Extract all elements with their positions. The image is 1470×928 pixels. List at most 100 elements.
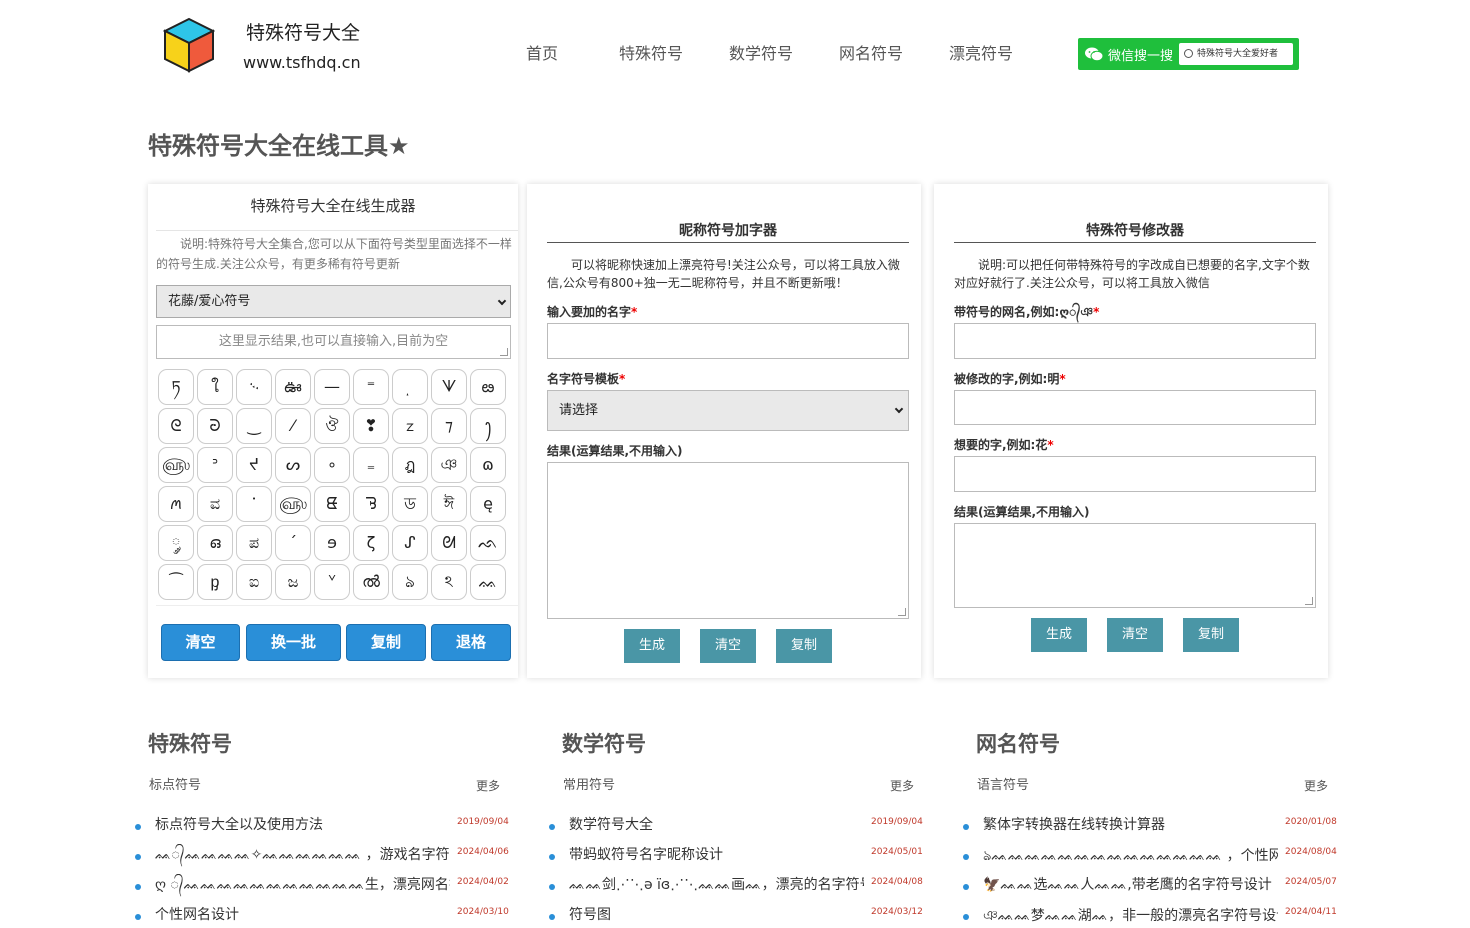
symbol-cell[interactable]: ⁊	[431, 408, 467, 444]
symbol-cell[interactable]: ᱸ	[236, 486, 272, 522]
symbol-cell[interactable]: ζ	[353, 525, 389, 561]
generate-button[interactable]: 生成	[1031, 618, 1087, 652]
section-subtitle[interactable]: 语言符号	[977, 774, 1029, 793]
symbol-cell[interactable]: ฎ	[392, 447, 428, 483]
symbol-cell[interactable]: 𝅾	[392, 369, 428, 405]
symbol-cell[interactable]: ᔕ	[275, 447, 311, 483]
list-item[interactable]: 带蚂蚁符号名字昵称设计	[569, 844, 864, 864]
symbol-cell[interactable]: ঈ	[431, 486, 467, 522]
symbol-cell[interactable]: ᘛ	[431, 525, 467, 561]
symbol-cell[interactable]: ɷ	[470, 447, 506, 483]
nav-math-symbols[interactable]: 数学符号	[729, 40, 793, 64]
modifier-result-textarea[interactable]	[954, 523, 1316, 608]
symbol-cell[interactable]: ᗐ	[431, 369, 467, 405]
symbol-cell[interactable]: ಪ	[236, 525, 272, 561]
section-title[interactable]: 数学符号	[562, 728, 646, 758]
symbol-cell[interactable]: ⁀	[158, 564, 194, 600]
copy-button[interactable]: 复制	[346, 624, 426, 661]
symbol-cell[interactable]: ᤁ	[392, 408, 428, 444]
list-item[interactable]: ঌᨐᨐᨐᨐᨐᨐᨐᨐᨐᨐᨐᨐᨐᨐ ，个性网名符号设计	[983, 844, 1278, 868]
section-subtitle[interactable]: 常用符号	[563, 774, 615, 793]
backspace-button[interactable]: 退格	[431, 624, 511, 661]
list-item[interactable]: 符号图	[569, 904, 864, 924]
clear-button[interactable]: 清空	[161, 624, 240, 661]
resize-handle-icon[interactable]	[500, 348, 508, 356]
symbol-cell[interactable]: ❣	[353, 408, 389, 444]
list-item[interactable]: ᨐ᭄ᨐᨐᨐᨐ✧ᨐᨐᨐᨐᨐᨐ ，游戏名字符号	[155, 844, 450, 870]
symbol-cell[interactable]: ಜ	[275, 564, 311, 600]
list-item[interactable]: 🦅ᨐᨐ选ᨐᨐ人ᨐᨐ,带老鹰的名字符号设计	[983, 874, 1278, 894]
symbol-cell[interactable]: ᨒ	[470, 525, 506, 561]
nav-home[interactable]: 首页	[526, 40, 558, 64]
site-name[interactable]: 特殊符号大全	[246, 18, 360, 45]
list-item[interactable]: 标点符号大全以及使用方法	[155, 814, 450, 834]
symbol-cell[interactable]: ༘	[158, 525, 194, 561]
symbol-cell[interactable]: ൽ	[353, 564, 389, 600]
symbol-cell[interactable]: ᘓ	[158, 408, 194, 444]
site-url[interactable]: www.tsfhdq.cn	[243, 53, 361, 72]
symbol-cell[interactable]: ∘	[314, 447, 350, 483]
section-subtitle[interactable]: 标点符号	[149, 774, 201, 793]
symbol-cell[interactable]: ఊ	[275, 369, 311, 405]
list-item[interactable]: 繁体字转换器在线转换计算器	[983, 814, 1278, 834]
more-link[interactable]: 更多	[890, 777, 914, 794]
symbol-cell[interactable]: —	[314, 369, 350, 405]
symbol-cell[interactable]: ঽ	[431, 564, 467, 600]
more-link[interactable]: 更多	[1304, 777, 1328, 794]
symbol-cell[interactable]: ⁼	[353, 369, 389, 405]
symbol-cell[interactable]: ௵	[158, 447, 194, 483]
list-item[interactable]: ᨐᨐ剑⋰⋱ə ïɞ⋰⋱ᨐᨐ画ᨐ，漂亮的名字符号	[569, 874, 864, 894]
symbol-cell[interactable]: ᶈ	[197, 564, 233, 600]
refresh-batch-button[interactable]: 换一批	[246, 624, 341, 661]
symbol-cell[interactable]: ᘀ	[314, 486, 350, 522]
symbol-cell[interactable]: ড	[392, 486, 428, 522]
generate-button[interactable]: 生成	[624, 629, 680, 663]
symbol-type-select[interactable]: 花藤/爱心符号	[156, 285, 511, 318]
symbol-cell[interactable]: ࿙	[236, 369, 272, 405]
symbol-cell[interactable]: ᘁ	[314, 564, 350, 600]
symbol-cell[interactable]: ę	[470, 486, 506, 522]
resize-handle-icon[interactable]	[898, 608, 906, 616]
symbol-cell[interactable]: ₌	[353, 447, 389, 483]
nav-special-symbols[interactable]: 特殊符号	[619, 40, 683, 64]
symbol-cell[interactable]: ᔑ	[392, 525, 428, 561]
copy-button[interactable]: 复制	[776, 629, 832, 663]
symbol-cell[interactable]: ‿	[236, 408, 272, 444]
nav-nickname-symbols[interactable]: 网名符号	[839, 40, 903, 64]
symbol-cell[interactable]: ᨐ	[470, 564, 506, 600]
symbol-cell[interactable]: ᘒ	[197, 408, 233, 444]
symbol-name-input[interactable]	[954, 323, 1316, 359]
symbol-cell[interactable]: ᔪ	[236, 447, 272, 483]
wechat-search-box[interactable]: 特殊符号大全爱好者	[1179, 43, 1293, 65]
symbol-cell[interactable]: ಐ	[236, 564, 272, 600]
wechat-search-banner[interactable]: 微信搜一搜 特殊符号大全爱好者	[1078, 38, 1299, 70]
resize-handle-icon[interactable]	[1305, 597, 1313, 605]
list-item[interactable]: ঞᨐᨐ梦ᨐᨐ湖ᨐ，非一般的漂亮名字符号设计	[983, 904, 1278, 928]
symbol-cell[interactable]: ˊ	[275, 525, 311, 561]
template-select[interactable]: 请选择	[547, 390, 909, 431]
symbol-cell[interactable]: ವ	[197, 486, 233, 522]
section-title[interactable]: 特殊符号	[148, 728, 232, 758]
symbol-cell[interactable]: ഒ	[197, 525, 233, 561]
symbol-cell[interactable]: ꫂ	[470, 408, 506, 444]
symbol-cell[interactable]: ꪔ	[158, 486, 194, 522]
copy-button[interactable]: 复制	[1183, 618, 1239, 652]
symbol-cell[interactable]: ఴ	[470, 369, 506, 405]
cube-logo-icon[interactable]	[163, 16, 215, 74]
clear-button[interactable]: 清空	[1107, 618, 1163, 652]
list-item[interactable]: ღ ᭄ᨐᨐᨐᨐᨐᨐᨐᨐᨐᨐᨐ生，漂亮网名符号设计	[155, 874, 450, 900]
more-link[interactable]: 更多	[476, 777, 500, 794]
symbol-cell[interactable]: ใ	[197, 369, 233, 405]
symbol-cell[interactable]: ঔ	[314, 408, 350, 444]
symbol-cell[interactable]: ௵	[275, 486, 311, 522]
nav-pretty-symbols[interactable]: 漂亮符号	[949, 40, 1013, 64]
list-item[interactable]: 个性网名设计	[155, 904, 450, 924]
symbol-cell[interactable]: ཏ	[158, 369, 194, 405]
section-title[interactable]: 网名符号	[976, 728, 1060, 758]
symbol-cell[interactable]: ᘋ	[353, 486, 389, 522]
symbol-cell[interactable]: ঌ	[392, 564, 428, 600]
symbol-cell[interactable]: ⁄	[275, 408, 311, 444]
symbol-cell[interactable]: ᐣ	[197, 447, 233, 483]
generator-result-input[interactable]: 这里显示结果,也可以直接输入,目前为空	[156, 325, 511, 359]
to-char-input[interactable]	[954, 456, 1316, 492]
